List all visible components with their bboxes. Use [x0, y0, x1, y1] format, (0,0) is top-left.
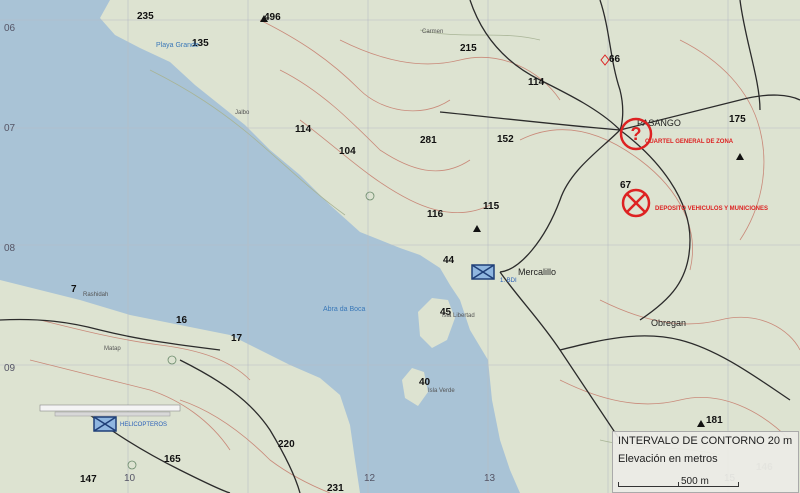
depot-label: DEPOSITO VEHICULOS Y MUNICIONES: [655, 206, 769, 212]
elevation-label: 44: [443, 255, 455, 266]
scale-tick: [618, 482, 619, 487]
helicopter-marker-icon[interactable]: [93, 416, 117, 432]
grid-label-col: 13: [484, 473, 496, 484]
place-label-rashidah: Rashidah: [83, 292, 109, 298]
unit-marker-icon[interactable]: [471, 264, 495, 280]
grid-label-row: 08: [4, 243, 16, 254]
elevation-label: 7: [71, 284, 77, 295]
map-legend: INTERVALO DE CONTORNO 20 m Elevación en …: [612, 431, 799, 493]
legend-units: Elevación en metros: [618, 453, 718, 465]
elevation-label: 181: [706, 415, 723, 426]
scale-tick: [738, 482, 739, 487]
elevation-label: 40: [419, 377, 431, 388]
place-label-abra-de-boca: Abra da Boca: [323, 306, 366, 313]
place-label-playa-grande: Playa Grande: [156, 42, 199, 49]
helicopter-label: HELICOPTEROS: [120, 422, 168, 428]
elevation-label: 115: [483, 201, 500, 212]
unit-label: 1. BDI: [500, 278, 517, 284]
elevation-label: 165: [164, 454, 181, 465]
svg-text:?: ?: [631, 124, 642, 144]
elevation-label: 235: [137, 11, 154, 22]
place-label-isla-libertad: Isla Libertad: [442, 313, 475, 319]
grid-label-row: 06: [4, 23, 16, 34]
elevation-label: 147: [80, 474, 97, 485]
grid-label-row: 09: [4, 363, 16, 374]
elevation-label: 114: [528, 77, 545, 88]
elevation-label: 215: [460, 43, 477, 54]
hq-label: CUARTEL GENERAL DE ZONA: [645, 139, 734, 145]
place-label-carmen: Carmen: [422, 29, 444, 35]
elevation-label: 152: [497, 134, 514, 145]
elevation-label: 175: [729, 114, 746, 125]
elevation-label: 220: [278, 439, 295, 450]
hq-marker-icon[interactable]: ?: [616, 114, 656, 154]
place-label-jalbo: Jalbo: [235, 110, 250, 116]
scale-tick: [678, 482, 679, 487]
place-label-isla-verde: Isla Verde: [428, 388, 455, 394]
elevation-label: 281: [420, 135, 437, 146]
elevation-label: 17: [231, 333, 243, 344]
depot-marker-icon[interactable]: [619, 186, 653, 220]
elevation-label: 114: [295, 124, 312, 135]
terrain-layer: [0, 0, 800, 493]
elevation-label: 104: [339, 146, 356, 157]
place-label-matap: Matap: [104, 346, 121, 352]
place-label-mercalillo: Mercalillo: [518, 267, 557, 277]
runway: [39, 404, 181, 412]
elevation-label: 66: [609, 54, 621, 65]
elevation-label: 496: [264, 12, 281, 23]
map-canvas[interactable]: 235 496 135 215 66 114 114 281 152 104 1…: [0, 0, 800, 493]
elevation-label: 116: [427, 209, 444, 220]
grid-label-col: 12: [364, 473, 376, 484]
legend-contour-interval: INTERVALO DE CONTORNO 20 m: [618, 435, 793, 447]
elevation-label: 16: [176, 315, 188, 326]
elevation-label: 231: [327, 483, 344, 493]
grid-label-col: 10: [124, 473, 136, 484]
grid-label-row: 07: [4, 123, 16, 134]
place-label-obregan: Obregan: [651, 318, 687, 328]
